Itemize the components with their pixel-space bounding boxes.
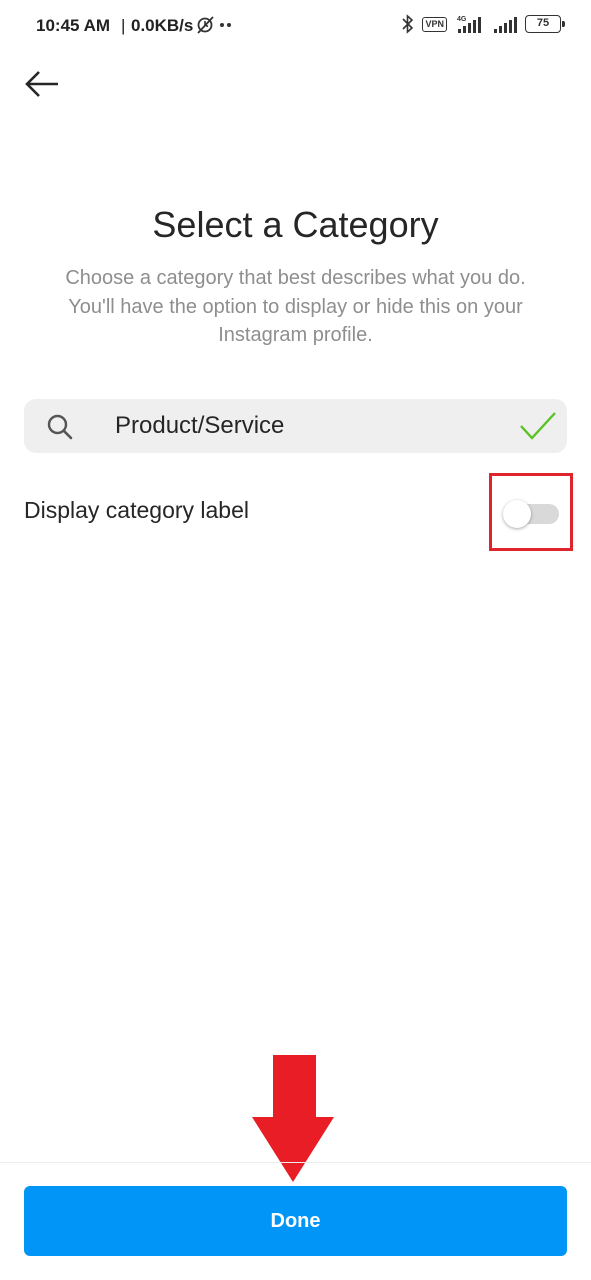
checkmark-icon (520, 412, 556, 440)
done-button[interactable]: Done (24, 1186, 567, 1256)
network-speed: 0.0KB/s (131, 16, 194, 35)
signal-4g-icon: 4G (457, 16, 481, 33)
status-time: 10:45 AM (36, 16, 111, 35)
status-left-icons (196, 14, 236, 41)
signal-icon (494, 17, 517, 33)
footer-divider (0, 1162, 591, 1163)
display-category-label-text: Display category label (24, 497, 250, 523)
battery-icon: 75 (525, 15, 565, 33)
screen: 10:45 AM | 0.0KB/s VPN 4G 75 Select a Ca… (0, 0, 591, 1280)
status-bar: 10:45 AM | 0.0KB/s VPN 4G 75 (0, 0, 591, 52)
svg-text:4G: 4G (457, 16, 467, 23)
category-search-field[interactable]: Product/Service (24, 399, 567, 453)
page-title: Select a Category (152, 204, 439, 245)
status-separator: | (121, 16, 126, 35)
toggle-thumb (503, 500, 531, 528)
arrow-left-icon (25, 71, 58, 97)
back-button[interactable] (22, 66, 62, 102)
alarm-off-icon (197, 16, 231, 34)
page-subtitle: Choose a category that best describes wh… (65, 267, 526, 346)
vpn-icon: VPN (422, 16, 447, 32)
status-right-icons: VPN 4G 75 (402, 14, 565, 34)
search-icon (47, 414, 73, 440)
red-arrow-annotation-icon (252, 1055, 334, 1182)
bluetooth-icon (402, 14, 414, 34)
display-category-label-toggle[interactable] (503, 500, 559, 528)
category-search-input[interactable]: Product/Service (115, 412, 284, 440)
